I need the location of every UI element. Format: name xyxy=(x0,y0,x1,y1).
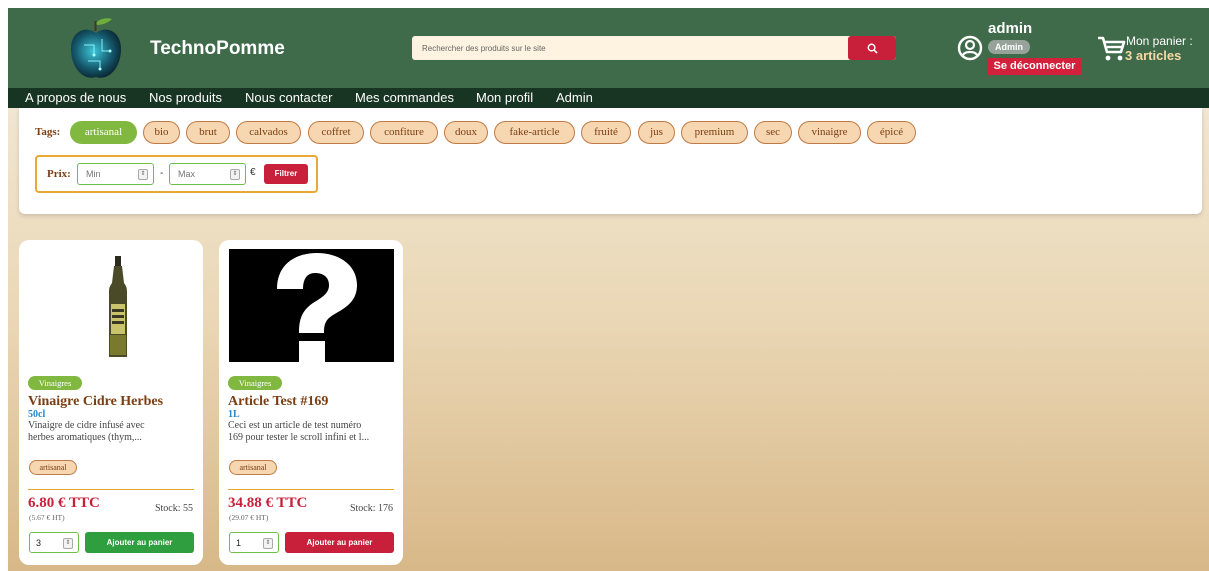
tag-confiture[interactable]: confiture xyxy=(370,121,438,144)
search-button[interactable] xyxy=(848,36,896,60)
product-title[interactable]: Article Test #169 xyxy=(228,394,328,410)
spinner-icon[interactable]: ⇕ xyxy=(63,538,73,549)
nav-item-orders[interactable]: Mes commandes xyxy=(355,90,454,105)
tag-epice[interactable]: épicé xyxy=(867,121,916,144)
cart-count[interactable]: 3 articles xyxy=(1125,48,1181,63)
tag-vinaigre[interactable]: vinaigre xyxy=(798,121,861,144)
product-description: Vinaigre de cidre infusé avec herbes aro… xyxy=(28,420,196,444)
nav-item-contact[interactable]: Nous contacter xyxy=(245,90,332,105)
tag-brut[interactable]: brut xyxy=(186,121,230,144)
nav-item-products[interactable]: Nos produits xyxy=(149,90,222,105)
divider xyxy=(228,489,394,490)
spinner-icon[interactable]: ⇕ xyxy=(263,538,273,549)
user-account-icon[interactable] xyxy=(957,35,983,61)
quantity-stepper[interactable]: 1 ⇕ xyxy=(229,532,279,553)
price-ht: (29.07 € HT) xyxy=(229,513,269,522)
tag-doux[interactable]: doux xyxy=(444,121,488,144)
product-volume: 1L xyxy=(228,409,240,420)
product-tag[interactable]: artisanal xyxy=(29,460,77,475)
description-line: Vinaigre de cidre infusé avec xyxy=(28,420,145,431)
description-line: Ceci est un article de test numéro xyxy=(228,420,362,431)
tag-fruite[interactable]: fruité xyxy=(581,121,631,144)
price-ttc: 34.88 € TTC xyxy=(228,495,308,511)
nav-item-admin[interactable]: Admin xyxy=(556,90,593,105)
shopping-cart-icon[interactable] xyxy=(1096,34,1126,62)
spinner-icon[interactable]: ⇕ xyxy=(230,169,240,180)
logout-button[interactable]: Se déconnecter xyxy=(987,58,1082,75)
currency-symbol: € xyxy=(250,167,256,178)
description-line: herbes aromatiques (thym,... xyxy=(28,432,142,443)
stock-count: Stock: 176 xyxy=(349,503,393,514)
quantity-value: 3 xyxy=(36,538,42,548)
price-ttc: 6.80 € TTC xyxy=(28,495,100,511)
price-max-placeholder: Max xyxy=(178,169,196,179)
category-badge: Vinaigres xyxy=(28,376,82,390)
tag-premium[interactable]: premium xyxy=(681,121,748,144)
tag-coffret[interactable]: coffret xyxy=(308,121,364,144)
tags-label: Tags: xyxy=(35,126,61,138)
price-label: Prix: xyxy=(47,168,71,180)
search-icon xyxy=(867,43,878,54)
role-badge: Admin xyxy=(988,40,1030,54)
site-header: TechnoPomme admin Admin Se déconnecter M… xyxy=(8,8,1209,88)
product-card[interactable]: Vinaigres Article Test #169 1L Ceci est … xyxy=(219,240,403,565)
description-line: 169 pour tester le scroll infini et l... xyxy=(228,432,370,443)
add-to-cart-button[interactable]: Ajouter au panier xyxy=(85,532,194,553)
search-bar xyxy=(412,36,896,60)
price-range-dash: - xyxy=(160,168,164,179)
apple-logo-icon[interactable] xyxy=(66,15,126,83)
product-tag[interactable]: artisanal xyxy=(229,460,277,475)
category-badge: Vinaigres xyxy=(228,376,282,390)
tag-bio[interactable]: bio xyxy=(143,121,180,144)
product-title[interactable]: Vinaigre Cidre Herbes xyxy=(28,394,163,410)
nav-item-profile[interactable]: Mon profil xyxy=(476,90,533,105)
quantity-stepper[interactable]: 3 ⇕ xyxy=(29,532,79,553)
product-volume: 50cl xyxy=(28,409,46,420)
brand-name[interactable]: TechnoPomme xyxy=(150,38,285,60)
filter-button[interactable]: Filtrer xyxy=(264,164,308,184)
cart-title[interactable]: Mon panier : xyxy=(1126,34,1193,48)
tag-fake-article[interactable]: fake-article xyxy=(494,121,575,144)
tag-calvados[interactable]: calvados xyxy=(236,121,301,144)
placeholder-question-mark-image[interactable] xyxy=(229,249,394,362)
stock-count: Stock: 55 xyxy=(154,503,193,514)
product-description: Ceci est un article de test numéro 169 p… xyxy=(228,420,396,444)
nav-item-about[interactable]: A propos de nous xyxy=(25,90,126,105)
username: admin xyxy=(988,20,1033,37)
tag-artisanal[interactable]: artisanal xyxy=(70,121,137,144)
add-to-cart-button[interactable]: Ajouter au panier xyxy=(285,532,394,553)
spinner-icon[interactable]: ⇕ xyxy=(138,169,148,180)
main-nav: A propos de nous Nos produits Nous conta… xyxy=(8,88,1209,108)
price-max-input[interactable]: Max ⇕ xyxy=(169,163,246,185)
divider xyxy=(28,489,194,490)
price-min-input[interactable]: Min ⇕ xyxy=(77,163,154,185)
search-input[interactable] xyxy=(412,36,848,60)
product-image-vinegar-bottle[interactable] xyxy=(29,249,194,362)
quantity-value: 1 xyxy=(236,538,242,548)
product-card[interactable]: Vinaigres Vinaigre Cidre Herbes 50cl Vin… xyxy=(19,240,203,565)
tag-sec[interactable]: sec xyxy=(754,121,792,144)
price-ht: (5.67 € HT) xyxy=(29,513,65,522)
price-min-placeholder: Min xyxy=(86,169,101,179)
tag-jus[interactable]: jus xyxy=(638,121,675,144)
